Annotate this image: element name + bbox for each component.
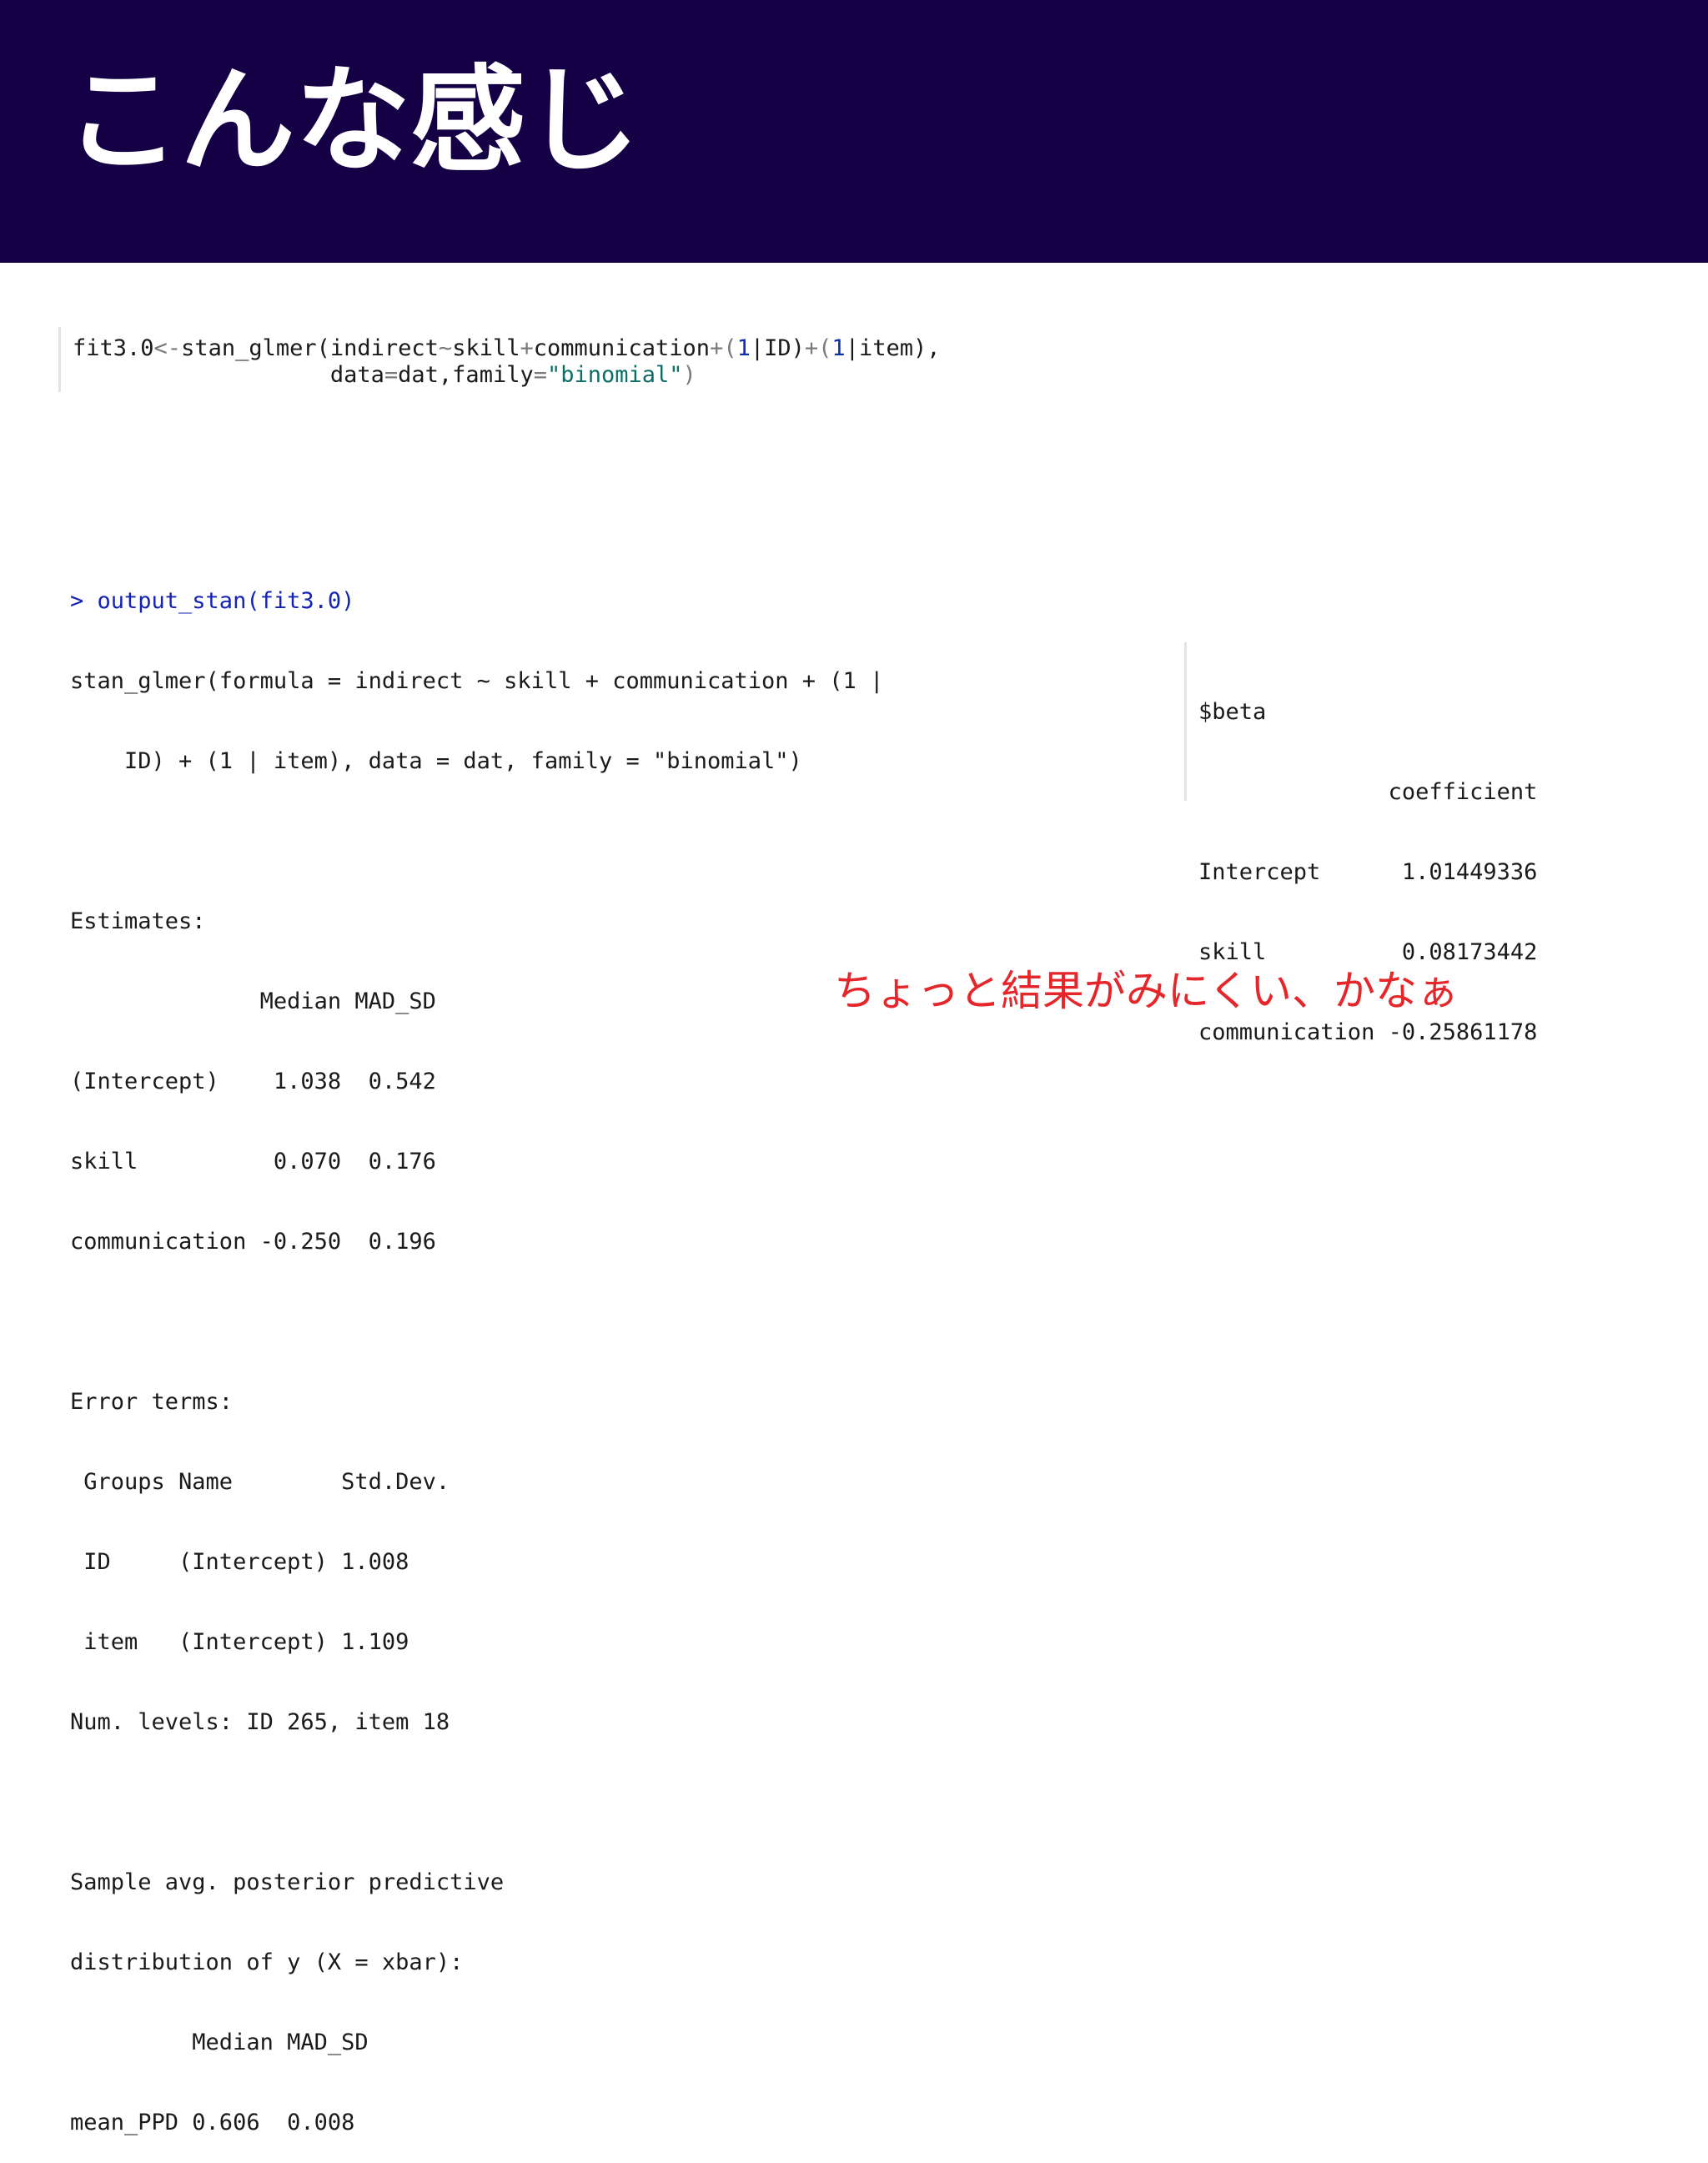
console-output: > output_stan(fit3.0) stan_glmer(formula…: [70, 535, 904, 2135]
plus-operator: +: [804, 335, 819, 361]
console-line: Num. levels: ID 265, item 18: [70, 1709, 450, 1735]
console-line: ID (Intercept) 1.008: [70, 1549, 409, 1575]
slide-title: こんな感じ: [65, 53, 641, 188]
console-line: item (Intercept) 1.109: [70, 1629, 409, 1655]
beta-output: $beta coefficient Intercept 1.01449336 s…: [1184, 642, 1579, 1045]
number-token: 1: [736, 335, 751, 361]
console-line: Sample avg. posterior predictive: [70, 1869, 505, 1895]
console-line: skill 0.070 0.176: [70, 1149, 436, 1175]
string-token: "binomial": [546, 362, 683, 388]
console-line: ID) + (1 | item), data = dat, family = "…: [70, 748, 802, 774]
console-line: Estimates:: [70, 908, 206, 934]
assign-operator: <-: [153, 335, 182, 361]
code-token: communication: [533, 335, 711, 361]
console-line: Median MAD_SD: [70, 2030, 369, 2055]
code-line-2: data=dat,family="binomial"): [73, 362, 696, 389]
code-snippet: fit3.0<-stan_glmer(indirect~skill+commun…: [58, 327, 987, 392]
beta-line: $beta: [1198, 699, 1267, 725]
annotation-comment: ちょっと結果がみにくい、かなぁ: [834, 967, 1459, 1015]
console-line: stan_glmer(formula = indirect ~ skill + …: [70, 668, 884, 694]
console-prompt: > output_stan(fit3.0): [70, 588, 355, 614]
console-line: Error terms:: [70, 1389, 234, 1415]
paren-token: (: [818, 335, 832, 361]
code-token: |ID): [750, 335, 805, 361]
code-line-1: fit3.0<-stan_glmer(indirect~skill+commun…: [73, 335, 940, 362]
console-line: Groups Name Std.Dev.: [70, 1469, 450, 1495]
plus-operator: +: [520, 335, 534, 361]
equals-operator: =: [384, 362, 399, 388]
code-token: |item),: [845, 335, 941, 361]
console-line: (Intercept) 1.038 0.542: [70, 1069, 436, 1094]
plus-operator: +: [710, 335, 724, 361]
number-token: 1: [831, 335, 846, 361]
code-token: fit3.0: [73, 335, 154, 361]
beta-text: $beta coefficient Intercept 1.01449336 s…: [1198, 646, 1537, 1099]
slide-header: こんな感じ: [0, 0, 1708, 263]
console-line: distribution of y (X = xbar):: [70, 1949, 464, 1975]
beta-line: communication -0.25861178: [1198, 1019, 1538, 1045]
console-line: Median MAD_SD: [70, 988, 436, 1014]
equals-operator: =: [533, 362, 547, 388]
beta-line: skill 0.08173442: [1198, 939, 1538, 965]
paren-token: ): [682, 362, 696, 388]
code-token: skill: [452, 335, 520, 361]
console-line: mean_PPD 0.606 0.008: [70, 2110, 355, 2135]
beta-line: coefficient: [1198, 779, 1538, 805]
console-line: communication -0.250 0.196: [70, 1229, 436, 1255]
code-token: stan_glmer(indirect: [181, 335, 439, 361]
code-token: data: [329, 362, 384, 388]
beta-line: Intercept 1.01449336: [1198, 859, 1538, 885]
code-token: dat,family: [398, 362, 534, 388]
paren-token: (: [723, 335, 737, 361]
tilde-operator: ~: [438, 335, 453, 361]
